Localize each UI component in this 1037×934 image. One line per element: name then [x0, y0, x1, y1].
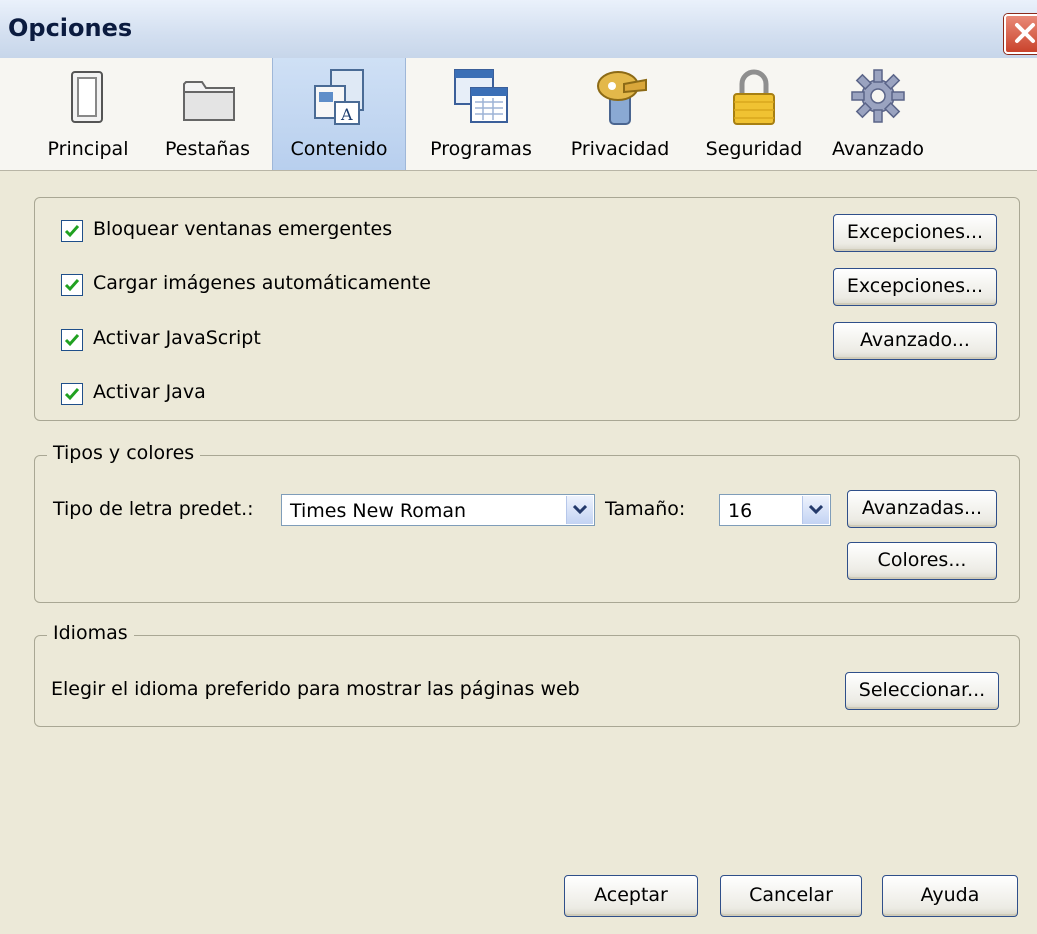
tab-label: Pestañas — [164, 138, 251, 160]
default-font-dropdown-button[interactable] — [566, 496, 593, 524]
tab-principal[interactable]: Principal — [28, 58, 148, 170]
default-font-label: Tipo de letra predet.: — [53, 498, 254, 520]
tab-label: Contenido — [290, 138, 388, 160]
default-font-value: Times New Roman — [290, 500, 467, 522]
padlock-icon — [733, 69, 775, 125]
fonts-colors-legend: Tipos y colores — [47, 442, 201, 464]
checkmark-icon — [64, 279, 80, 292]
gear-icon — [851, 69, 905, 123]
content-panel: Bloquear ventanas emergentes Cargar imág… — [0, 171, 1037, 934]
tab-label: Privacidad — [570, 138, 670, 160]
font-size-value: 16 — [728, 500, 753, 522]
popup-exceptions-button[interactable]: Excepciones... — [833, 214, 997, 252]
window-title: Opciones — [8, 14, 133, 42]
svg-text:A: A — [340, 105, 353, 124]
tab-contenido[interactable]: A Contenido — [272, 58, 406, 170]
default-font-select[interactable]: Times New Roman — [281, 494, 595, 526]
font-size-label: Tamaño: — [605, 498, 686, 520]
tab-avanzado[interactable]: Avanzado — [822, 58, 934, 170]
select-language-button[interactable]: Seleccionar... — [845, 672, 999, 710]
font-size-select[interactable]: 16 — [719, 494, 831, 526]
load-images-checkbox[interactable] — [61, 274, 83, 296]
tab-label: Seguridad — [705, 138, 803, 160]
category-toolbar: Principal Pestañas A Contenido Programas… — [0, 58, 1037, 171]
title-bar[interactable]: Opciones — [0, 0, 1037, 59]
close-button[interactable] — [1004, 14, 1037, 54]
tab-programas[interactable]: Programas — [416, 58, 546, 170]
cancel-button[interactable]: Cancelar — [720, 875, 862, 917]
tab-label: Avanzado — [831, 138, 925, 160]
help-button[interactable]: Ayuda — [882, 875, 1018, 917]
privacy-mask-icon — [597, 71, 647, 125]
languages-description: Elegir el idioma preferido para mostrar … — [51, 678, 580, 700]
chevron-down-icon — [809, 505, 823, 515]
image-exceptions-button[interactable]: Excepciones... — [833, 268, 997, 306]
applications-icon — [454, 69, 508, 123]
tab-label: Programas — [430, 138, 532, 160]
languages-group: Idiomas Elegir el idioma preferido para … — [34, 622, 1020, 727]
load-images-label: Cargar imágenes automáticamente — [93, 272, 431, 294]
enable-java-checkbox[interactable] — [61, 383, 83, 405]
checkmark-icon — [64, 334, 80, 347]
tab-seguridad[interactable]: Seguridad — [694, 58, 814, 170]
tab-pestanas[interactable]: Pestañas — [150, 58, 265, 170]
accept-button[interactable]: Aceptar — [564, 875, 698, 917]
font-size-dropdown-button[interactable] — [802, 496, 829, 524]
enable-javascript-checkbox[interactable] — [61, 329, 83, 351]
block-popups-checkbox[interactable] — [61, 220, 83, 242]
fonts-colors-group: Tipos y colores Tipo de letra predet.: T… — [34, 442, 1020, 603]
tab-label: Principal — [47, 138, 129, 160]
options-dialog: Opciones Principal Pestañas A Contenido … — [0, 0, 1037, 934]
checkmark-icon — [64, 388, 80, 401]
content-options-group: Bloquear ventanas emergentes Cargar imág… — [34, 197, 1020, 421]
enable-java-label: Activar Java — [93, 381, 206, 403]
languages-legend: Idiomas — [47, 622, 134, 644]
switch-icon — [71, 71, 103, 123]
close-icon — [1015, 23, 1035, 43]
chevron-down-icon — [573, 505, 587, 515]
colors-button[interactable]: Colores... — [847, 542, 997, 580]
tabs-folder-icon — [182, 81, 235, 121]
enable-javascript-label: Activar JavaScript — [93, 327, 261, 349]
content-icon: A — [314, 69, 364, 125]
fonts-advanced-button[interactable]: Avanzadas... — [847, 490, 997, 528]
checkmark-icon — [64, 225, 80, 238]
javascript-advanced-button[interactable]: Avanzado... — [833, 322, 997, 360]
tab-privacidad[interactable]: Privacidad — [556, 58, 684, 170]
block-popups-label: Bloquear ventanas emergentes — [93, 218, 393, 240]
